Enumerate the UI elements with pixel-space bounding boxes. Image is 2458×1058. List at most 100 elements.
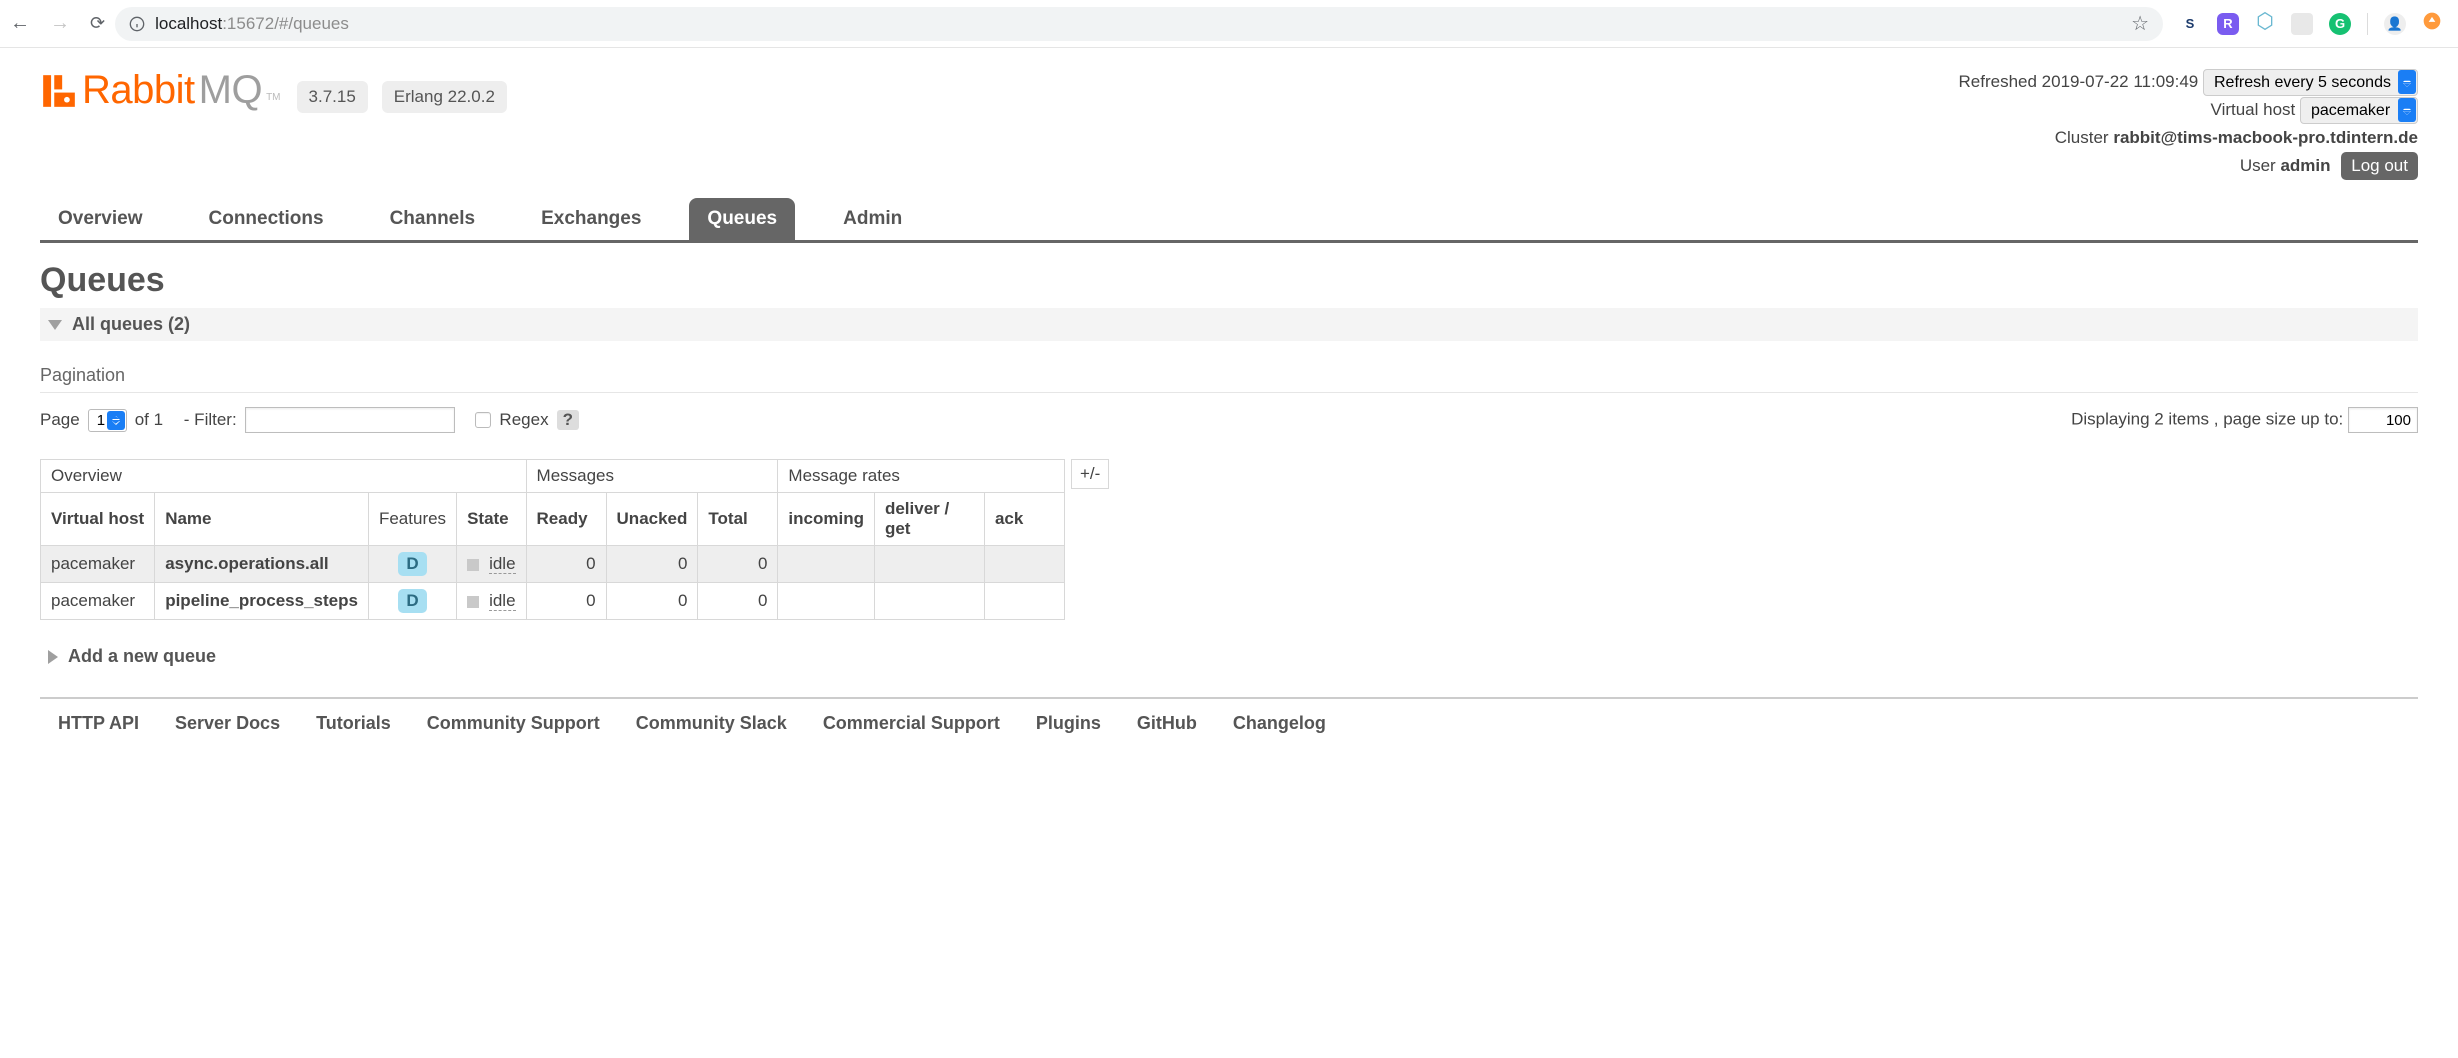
extension-icon[interactable]: G [2329,13,2351,35]
cell-incoming [778,546,875,583]
tab-exchanges[interactable]: Exchanges [523,198,659,240]
extension-icon[interactable]: S [2179,13,2201,35]
extension-icon[interactable] [2291,13,2313,35]
col-incoming[interactable]: incoming [778,493,875,546]
cell-total: 0 [698,583,778,620]
rabbitmq-logo[interactable]: RabbitMQ TM [40,68,281,113]
cell-incoming [778,583,875,620]
logout-button[interactable]: Log out [2341,152,2418,180]
browser-chrome: ← → ⟳ localhost:15672/#/queues ☆ S R G 👤 [0,0,2458,48]
all-queues-section-header[interactable]: All queues (2) [40,308,2418,341]
cell-ack [984,546,1064,583]
table-row: pacemakerasync.operations.allDidle000 [41,546,1065,583]
columns-toggle-button[interactable]: +/- [1071,459,1109,489]
footer-link[interactable]: Tutorials [316,713,391,734]
regex-checkbox[interactable] [475,412,491,428]
col-features[interactable]: Features [368,493,456,546]
cell-name[interactable]: async.operations.all [155,546,369,583]
footer-link[interactable]: Community Support [427,713,600,734]
divider [40,392,2418,393]
displaying-label: Displaying 2 items , page size up to: [2071,410,2343,429]
page-size-input[interactable] [2348,407,2418,433]
chevron-down-icon [48,320,62,330]
logo-text: MQ [199,68,262,113]
cell-unacked: 0 [606,583,698,620]
footer-link[interactable]: HTTP API [58,713,139,734]
main-tabs: Overview Connections Channels Exchanges Queu… [40,198,2418,243]
tab-channels[interactable]: Channels [372,198,494,240]
cell-total: 0 [698,546,778,583]
regex-label: Regex [499,410,548,430]
footer-link[interactable]: Changelog [1233,713,1326,734]
back-button[interactable]: ← [10,12,30,35]
forward-button[interactable]: → [50,12,70,35]
pagination-label: Pagination [40,365,2418,386]
logo-trademark: TM [266,92,280,103]
tab-connections[interactable]: Connections [191,198,342,240]
refreshed-timestamp: Refreshed 2019-07-22 11:09:49 [1959,72,2199,91]
tab-queues[interactable]: Queues [689,198,795,240]
user-label: User [2240,156,2276,175]
footer-link[interactable]: Community Slack [636,713,787,734]
rabbitmq-logo-icon [40,72,78,110]
filter-input[interactable] [245,407,455,433]
cell-features: D [368,546,456,583]
col-ack[interactable]: ack [984,493,1064,546]
cell-ready: 0 [526,546,606,583]
extension-icons: S R G 👤 [2173,11,2448,36]
col-deliver[interactable]: deliver / get [874,493,984,546]
version-badge: 3.7.15 [297,81,368,113]
col-name[interactable]: Name [155,493,369,546]
col-group-overview: Overview [41,460,527,493]
col-total[interactable]: Total [698,493,778,546]
cell-vhost: pacemaker [41,546,155,583]
page-title: Queues [40,261,2418,300]
tab-overview[interactable]: Overview [40,198,161,240]
cell-deliver [874,583,984,620]
footer-links: HTTP API Server Docs Tutorials Community Su… [40,709,2418,754]
refresh-interval-select[interactable]: Refresh every 5 seconds [2203,69,2418,96]
footer-link[interactable]: Server Docs [175,713,280,734]
reload-button[interactable]: ⟳ [90,13,105,34]
site-info-icon[interactable] [129,16,145,32]
vhost-select[interactable]: pacemaker [2300,97,2418,124]
table-row: pacemakerpipeline_process_stepsDidle000 [41,583,1065,620]
logo-text: Rabbit [82,68,195,113]
cell-name[interactable]: pipeline_process_steps [155,583,369,620]
of-pages: of 1 [135,410,163,430]
profile-avatar[interactable]: 👤 [2384,13,2406,35]
col-state[interactable]: State [457,493,526,546]
footer-link[interactable]: GitHub [1137,713,1197,734]
extension-icon[interactable]: R [2217,13,2239,35]
page-label: Page [40,410,80,430]
queues-table: Overview Messages Message rates Virtual … [40,459,1065,620]
cell-ready: 0 [526,583,606,620]
extension-icon[interactable] [2422,11,2442,36]
footer-link[interactable]: Plugins [1036,713,1101,734]
cell-unacked: 0 [606,546,698,583]
section-title: All queues (2) [72,314,190,335]
col-group-messages: Messages [526,460,778,493]
page-select[interactable]: 1 [88,409,127,432]
add-queue-label: Add a new queue [68,646,216,667]
cluster-name: rabbit@tims-macbook-pro.tdintern.de [2113,128,2418,147]
user-name: admin [2280,156,2330,175]
divider [40,697,2418,699]
cell-features: D [368,583,456,620]
add-queue-section-header[interactable]: Add a new queue [40,640,2418,673]
col-vhost[interactable]: Virtual host [41,493,155,546]
extension-icon[interactable] [2255,11,2275,36]
col-unacked[interactable]: Unacked [606,493,698,546]
url-text: localhost:15672/#/queues [155,14,349,34]
footer-link[interactable]: Commercial Support [823,713,1000,734]
url-bar[interactable]: localhost:15672/#/queues ☆ [115,7,2163,41]
star-icon[interactable]: ☆ [2131,11,2149,36]
cell-deliver [874,546,984,583]
tab-admin[interactable]: Admin [825,198,920,240]
cell-state: idle [457,583,526,620]
chevron-right-icon [48,650,58,664]
cell-state: idle [457,546,526,583]
regex-help-button[interactable]: ? [557,410,579,430]
col-ready[interactable]: Ready [526,493,606,546]
cluster-label: Cluster [2055,128,2109,147]
